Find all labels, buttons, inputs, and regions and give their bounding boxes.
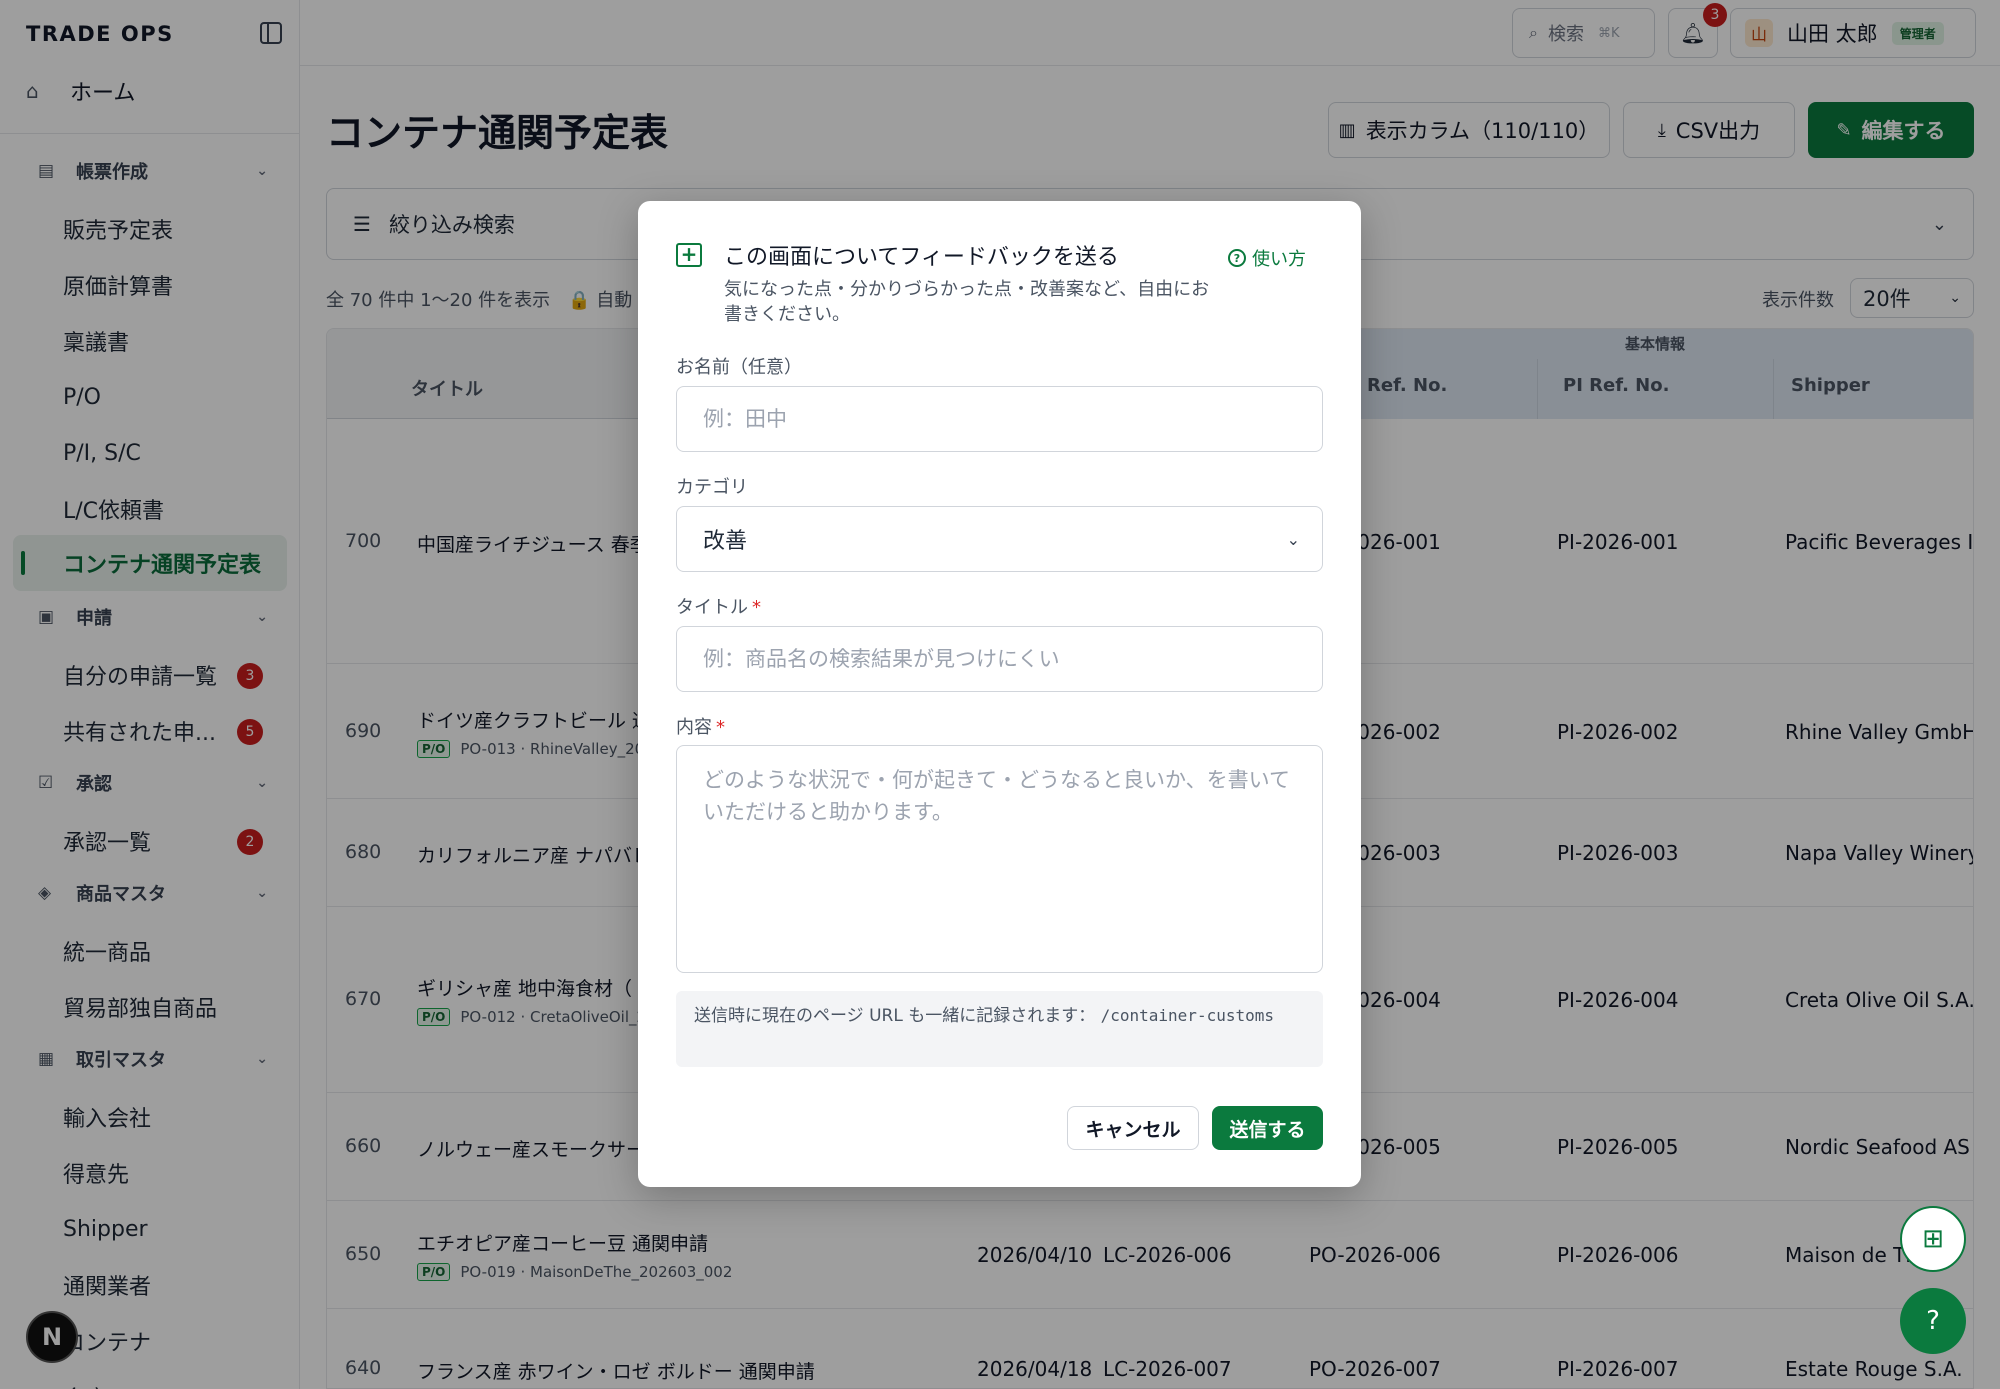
name-label: お名前（任意） (676, 357, 802, 378)
category-value: 改善 (703, 529, 748, 554)
feedback-icon: ⊞ (1922, 1224, 1944, 1254)
category-label: カテゴリ (676, 477, 748, 498)
help-fab[interactable]: ? (1900, 1288, 1966, 1354)
feedback-dialog: + この画面についてフィードバックを送る 気になった点・分かりづらかった点・改善… (638, 201, 1361, 1187)
name-field[interactable] (676, 386, 1323, 452)
question-icon: ? (1228, 249, 1246, 267)
content-field[interactable] (676, 745, 1323, 973)
url-note: 送信時に現在のページ URL も一緒に記録されます： /container-cu… (676, 991, 1323, 1067)
content-label: 内容 * (676, 713, 725, 739)
cancel-button[interactable]: キャンセル (1067, 1106, 1199, 1150)
help-link[interactable]: ? 使い方 (1228, 245, 1306, 271)
title-label: タイトル * (676, 593, 761, 619)
title-label-text: タイトル (676, 597, 748, 618)
question-icon: ? (1926, 1306, 1940, 1336)
submit-button[interactable]: 送信する (1212, 1106, 1323, 1150)
required-mark: * (716, 717, 725, 738)
url-note-path: /container-customs (1100, 1006, 1274, 1025)
dialog-description: 気になった点・分かりづらかった点・改善案など、自由にお書きください。 (724, 279, 1210, 325)
title-field[interactable] (676, 626, 1323, 692)
help-label: 使い方 (1252, 249, 1306, 270)
feedback-icon: + (676, 243, 702, 267)
url-note-text: 送信時に現在のページ URL も一緒に記録されます： (694, 1006, 1096, 1026)
content-label-text: 内容 (676, 717, 712, 738)
dialog-title: この画面についてフィードバックを送る (724, 245, 1119, 270)
category-select[interactable]: 改善 ⌄ (676, 506, 1323, 572)
chevron-down-icon: ⌄ (1286, 529, 1300, 549)
required-mark: * (752, 597, 761, 618)
feedback-fab[interactable]: ⊞ (1900, 1206, 1966, 1272)
